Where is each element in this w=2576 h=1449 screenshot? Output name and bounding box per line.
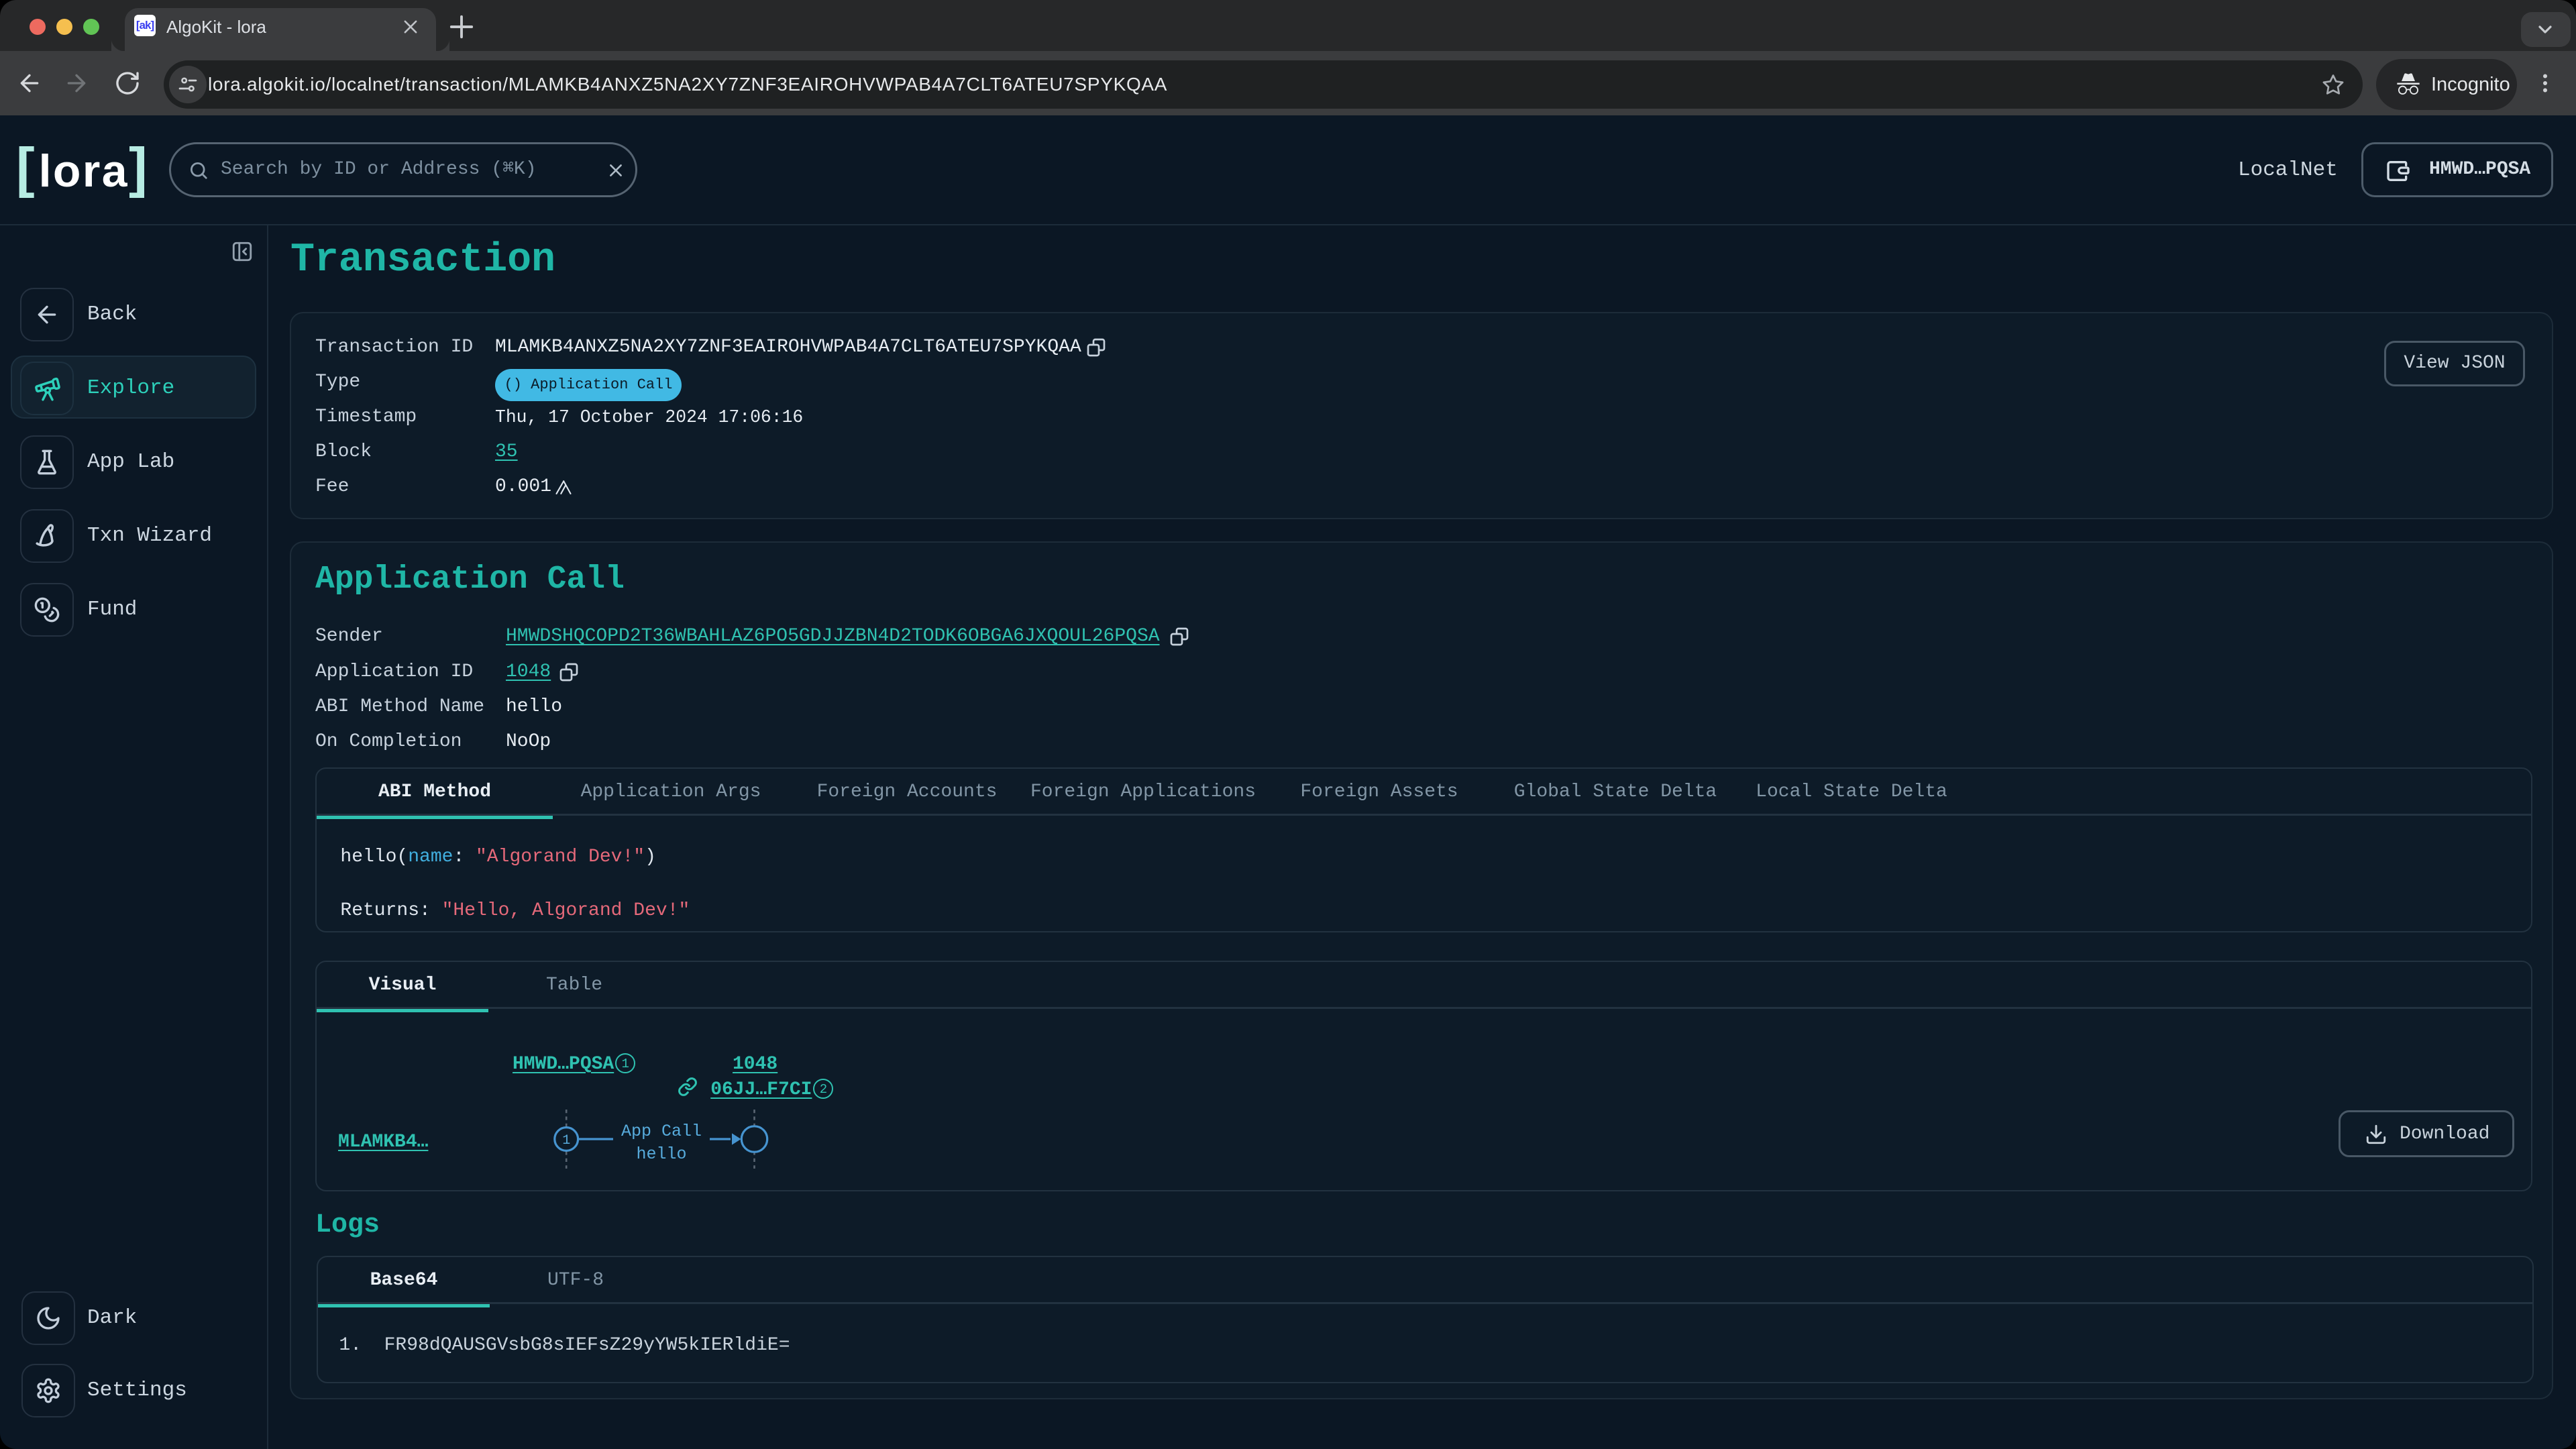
svg-text:1: 1 xyxy=(562,1133,570,1148)
